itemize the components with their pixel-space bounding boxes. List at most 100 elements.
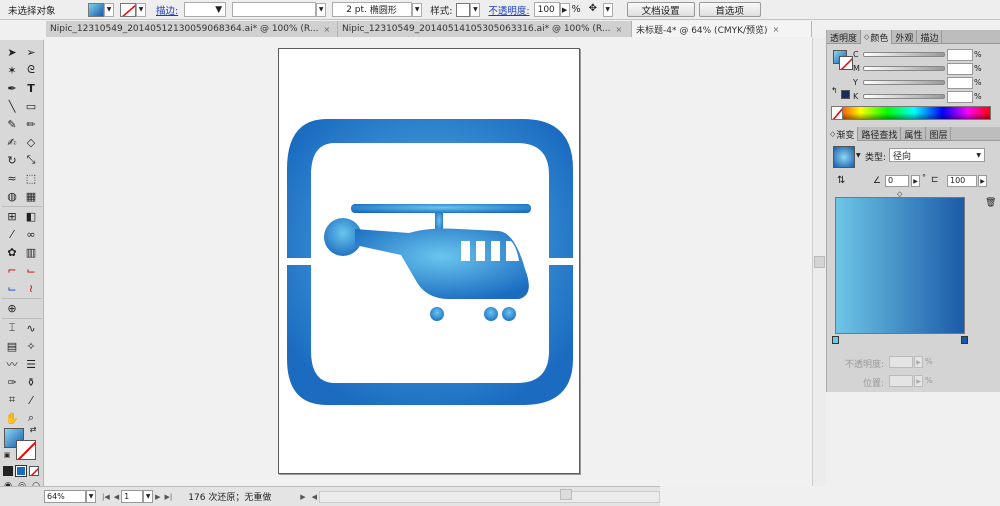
vertical-scrollbar-thumb[interactable] [814, 256, 825, 268]
paintbrush-tool-icon[interactable]: ✎ [3, 116, 21, 132]
document-setup-button[interactable]: 文档设置 [626, 2, 695, 17]
twirl-tool-icon[interactable]: ∿ [22, 320, 40, 336]
opacity-field[interactable]: 100 [533, 2, 560, 17]
cyan-slider[interactable]: C % [853, 48, 982, 61]
mesh-tool-icon[interactable]: ⊞ [3, 208, 21, 224]
fill-swatch[interactable] [88, 2, 104, 17]
type-tool-icon[interactable]: T [22, 80, 40, 96]
horizontal-scrollbar-thumb[interactable] [560, 489, 572, 500]
black-slider[interactable]: K % [853, 90, 982, 103]
shape-builder-tool-icon[interactable]: ◍ [3, 188, 21, 204]
stroke-swatch[interactable] [120, 2, 136, 17]
blend-tool-icon[interactable]: ∞ [22, 226, 40, 242]
angle-field[interactable]: 0 [885, 175, 909, 187]
gradient-stop-start[interactable] [832, 336, 839, 344]
cyan-track[interactable] [863, 52, 945, 57]
color-panel-stroke-swatch[interactable] [839, 56, 853, 70]
opacity-stepper[interactable]: ▶ [559, 2, 570, 17]
blob-brush-tool-icon[interactable]: ✍ [3, 134, 21, 150]
stroke-color-box[interactable] [16, 440, 36, 460]
graphic-style-swatch[interactable] [456, 2, 471, 17]
recolor-dropdown[interactable]: ▼ [602, 2, 613, 17]
spectrum-none-swatch[interactable] [831, 106, 843, 120]
zoom-field[interactable]: 64% [44, 490, 86, 503]
first-artboard-icon[interactable]: |◀ [100, 493, 112, 501]
profile-dropdown[interactable]: ▼ [316, 2, 327, 17]
scale-tool-icon[interactable]: ⤡ [22, 152, 40, 168]
scroll-left-icon[interactable]: ◀ [310, 493, 319, 501]
magenta-field[interactable] [947, 62, 973, 75]
close-icon[interactable]: × [773, 25, 780, 34]
tab-transparency[interactable]: 透明度 [827, 30, 862, 44]
perspective-grid-tool-icon[interactable]: ▦ [22, 188, 40, 204]
opacity-label[interactable]: 不透明度: [484, 3, 533, 17]
lasso-tool-icon[interactable]: ᘓ [22, 62, 40, 78]
artboard[interactable] [278, 48, 580, 474]
aspect-ratio-stepper[interactable]: ▶ [978, 175, 987, 187]
tab-gradient[interactable]: ◇ 渐变 [827, 127, 859, 141]
gradient-tool-icon[interactable]: ◧ [22, 208, 40, 224]
magic-wand-tool-icon[interactable]: ✶ [3, 62, 21, 78]
previous-artboard-icon[interactable]: ◀ [112, 493, 121, 501]
gradient-stop-end[interactable] [961, 336, 968, 344]
chart-tool-icon[interactable]: ▤ [3, 338, 21, 354]
symbol-sprayer-tool-icon[interactable]: ✿ [3, 244, 21, 260]
eyedropper-tool-icon[interactable]: ⁄ [3, 226, 21, 242]
wrinkle-tool-icon[interactable]: 〰 [3, 356, 21, 372]
stop-location-field[interactable] [889, 375, 913, 387]
out-of-gamut-icon[interactable]: ↰ [831, 86, 838, 95]
list-tool-icon[interactable]: ☰ [22, 356, 40, 372]
default-fill-stroke-icon[interactable]: ▣ [2, 450, 12, 460]
stop-opacity-field[interactable] [889, 356, 913, 368]
tab-color[interactable]: ◇ 颜色 [861, 30, 893, 44]
free-transform-tool-icon[interactable]: ⬚ [22, 170, 40, 186]
recolor-artwork-icon[interactable]: ✥ [589, 3, 603, 17]
brush-symbol-tool-icon[interactable]: ✑ [3, 374, 21, 390]
yellow-slider[interactable]: Y % [853, 76, 982, 89]
eraser-tool-icon[interactable]: ◇ [22, 134, 40, 150]
gradient-ramp[interactable] [835, 197, 965, 334]
slice-tool-icon[interactable]: ⌐ [3, 262, 21, 278]
last-color-swatch[interactable] [841, 90, 850, 99]
status-menu-icon[interactable]: ▶ [298, 493, 307, 501]
swap-fill-stroke-icon[interactable]: ⇄ [28, 424, 38, 434]
hand-tool-icon[interactable]: ✋ [3, 410, 21, 426]
tab-attributes[interactable]: 属性 [901, 127, 927, 141]
warp-tool-icon[interactable]: ⌶ [3, 320, 21, 336]
variable-width-profile[interactable] [232, 2, 317, 17]
zoom-dropdown[interactable]: ▼ [86, 490, 96, 503]
gradient-type-select[interactable]: 径向 ▼ [889, 148, 985, 162]
close-icon[interactable]: × [615, 25, 622, 34]
stop-opacity-stepper[interactable]: ▶ [914, 356, 923, 368]
knife-tool-icon[interactable]: ≀ [22, 280, 40, 296]
live-paint-tool-icon[interactable]: ⚱ [22, 374, 40, 390]
next-artboard-icon[interactable]: ▶ [153, 493, 162, 501]
magenta-track[interactable] [863, 66, 945, 71]
brush-definition[interactable]: 2 pt. 椭圆形 [332, 2, 413, 17]
tab-layers[interactable]: 图层 [926, 127, 952, 141]
fill-dropdown[interactable]: ▼ [104, 2, 114, 17]
direct-selection-tool-icon[interactable]: ➢ [22, 44, 40, 60]
measure-tool-icon[interactable]: ⁄ [22, 392, 40, 408]
helicopter-sign-artwork[interactable] [279, 49, 581, 475]
stroke-dropdown[interactable]: ▼ [136, 2, 146, 17]
tab-document-1[interactable]: Nipic_12310549_20140512130059068364.ai* … [46, 21, 338, 37]
gradient-mode-button[interactable] [15, 465, 27, 477]
color-mode-button[interactable] [3, 466, 13, 476]
selection-tool-icon[interactable]: ➤ [3, 44, 21, 60]
stop-location-stepper[interactable]: ▶ [914, 375, 923, 387]
black-track[interactable] [863, 94, 945, 99]
yellow-field[interactable] [947, 76, 973, 89]
stroke-label[interactable]: 描边: [152, 3, 182, 17]
pencil-tool-icon[interactable]: ✏ [22, 116, 40, 132]
artboard-dropdown[interactable]: ▼ [143, 490, 154, 503]
angle-stepper[interactable]: ▶ [911, 175, 920, 187]
artboard-tool-icon[interactable]: ⌙ [22, 262, 40, 278]
hand-path-tool-icon[interactable]: ⌙ [3, 280, 21, 296]
tab-stroke[interactable]: 描边 [917, 30, 943, 44]
crop-tool-icon[interactable]: ⌗ [3, 392, 21, 408]
trash-icon[interactable]: 🗑 [985, 198, 996, 208]
horizontal-scrollbar-track[interactable] [319, 490, 660, 503]
tab-document-3[interactable]: 未标题-4* @ 64% (CMYK/预览) × [632, 21, 812, 37]
tab-pathfinder[interactable]: 路径查找 [858, 127, 902, 141]
